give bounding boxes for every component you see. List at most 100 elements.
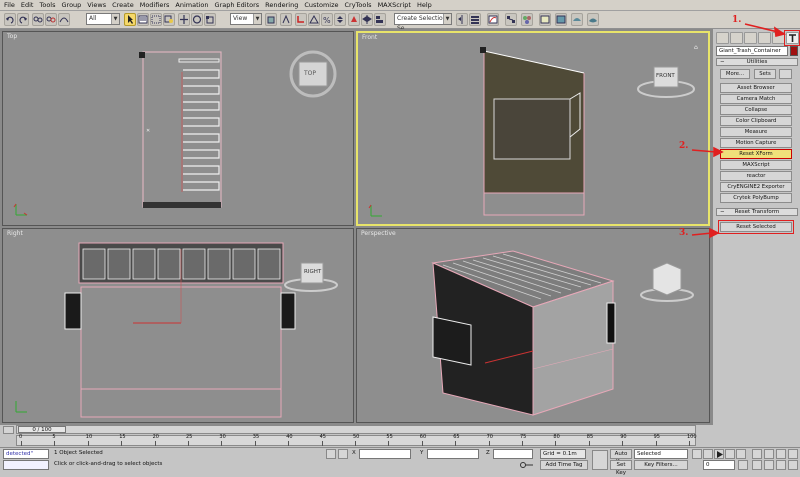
select-and-link-icon[interactable] [32,13,44,26]
unlink-selection-icon[interactable] [45,13,57,26]
go-to-start-icon[interactable] [692,449,702,459]
rendered-frame-window-icon[interactable] [555,13,567,26]
reset-transform-rollout-header[interactable]: − Reset Transform [716,208,798,216]
select-object-icon[interactable] [124,13,136,26]
layer-manager-icon[interactable] [469,13,481,26]
scale-icon[interactable] [204,13,216,26]
spinner-snap-icon[interactable] [334,13,346,26]
redo-icon[interactable] [17,13,29,26]
move-icon[interactable] [178,13,190,26]
current-frame-field[interactable]: 0 [703,460,735,470]
select-by-name-icon[interactable] [137,13,149,26]
reference-coordinate-dropdown[interactable]: View ▼ [230,13,262,25]
curve-editor-icon[interactable] [487,13,499,26]
snaps-toggle-icon[interactable] [295,13,307,26]
viewcube-right-label[interactable]: RIGHT [304,269,321,275]
sets-button[interactable]: Sets [754,69,776,79]
maxscript-listener-field[interactable]: detected" [3,449,49,459]
hierarchy-tab-icon[interactable] [744,32,757,44]
object-name-field[interactable]: Giant_Trash_Container [716,46,788,56]
key-mode-dropdown[interactable]: Selected [634,449,688,459]
reactor-button[interactable]: reactor [720,171,792,181]
key-filters-button[interactable]: Key Filters... [634,460,688,470]
measure-button[interactable]: Measure [720,127,792,137]
maxscript-button[interactable]: MAXScript [720,160,792,170]
menu-create[interactable]: Create [112,0,134,11]
configure-button-sets-icon[interactable] [779,69,792,79]
menu-customize[interactable]: Customize [304,0,338,11]
viewport-perspective[interactable]: Perspective [356,228,710,423]
pan-view-icon[interactable] [764,460,774,470]
undo-icon[interactable] [4,13,16,26]
viewcube-top-label[interactable]: TOP [304,70,316,77]
lock-selection-icon[interactable] [326,449,336,459]
menu-rendering[interactable]: Rendering [265,0,298,11]
next-frame-icon[interactable] [725,449,735,459]
key-icon[interactable] [520,461,534,469]
maxscript-listener-output[interactable] [3,460,49,470]
viewport-front[interactable]: Front ⌂ FRONT [356,31,710,226]
menu-group[interactable]: Group [62,0,82,11]
render-setup-icon[interactable] [539,13,551,26]
menu-animation[interactable]: Animation [175,0,208,11]
object-color-swatch[interactable] [790,46,798,56]
rotate-icon[interactable] [191,13,203,26]
previous-frame-icon[interactable] [703,449,713,459]
color-clipboard-button[interactable]: Color Clipboard [720,116,792,126]
menu-views[interactable]: Views [87,0,106,11]
selection-filter-dropdown[interactable]: All ▼ [86,13,120,25]
menu-edit[interactable]: Edit [21,0,34,11]
align-icon[interactable] [374,13,386,26]
angle-snap-icon[interactable] [308,13,320,26]
rectangular-selection-icon[interactable] [150,13,162,26]
viewcube-front-label[interactable]: FRONT [656,73,675,79]
material-editor-icon[interactable] [521,13,533,26]
viewport-top[interactable]: Top ✕ TOP [2,31,354,226]
menu-file[interactable]: File [4,0,15,11]
pivot-center-icon[interactable] [265,13,277,26]
crytek-polybump-button[interactable]: Crytek PolyBump [720,193,792,203]
track-bar[interactable]: 0 5 10 15 20 25 30 35 40 45 50 55 60 65 70 75 80 85 90 95 10… [16,435,697,446]
menu-modifiers[interactable]: Modifiers [140,0,170,11]
z-coordinate-field[interactable] [493,449,533,459]
select-and-manipulate-icon[interactable] [280,13,292,26]
camera-match-button[interactable]: Camera Match [720,94,792,104]
motion-capture-button[interactable]: Motion Capture [720,138,792,148]
motion-tab-icon[interactable] [758,32,771,44]
field-of-view-icon[interactable] [752,460,762,470]
window-crossing-icon[interactable] [163,13,175,26]
orbit-icon[interactable] [776,460,786,470]
viewport-right[interactable]: Right RIGHT [2,228,354,423]
menu-graph-editors[interactable]: Graph Editors [215,0,260,11]
zoom-extents-all-icon[interactable] [788,449,798,459]
asset-browser-button[interactable]: Asset Browser [720,83,792,93]
percent-snap-icon[interactable]: % [321,13,333,26]
maximize-viewport-icon[interactable] [788,460,798,470]
menu-crytools[interactable]: CryTools [345,0,372,11]
schematic-view-icon[interactable] [505,13,517,26]
y-coordinate-field[interactable] [427,449,479,459]
collapse-button[interactable]: Collapse [720,105,792,115]
zoom-all-icon[interactable] [764,449,774,459]
create-tab-icon[interactable] [716,32,729,44]
mirror-tool-icon[interactable] [456,13,468,26]
time-slider-thumb[interactable]: 0 / 100 [18,426,66,433]
mini-curve-editor-icon[interactable] [3,426,14,434]
more-button[interactable]: More... [720,69,750,79]
modify-tab-icon[interactable] [730,32,743,44]
mirror-icon[interactable] [361,13,373,26]
auto-key-button[interactable]: Auto Key [610,449,632,465]
go-to-end-icon[interactable] [736,449,746,459]
play-icon[interactable] [714,449,724,459]
menu-maxscript[interactable]: MAXScript [378,0,411,11]
set-key-mode-icon[interactable] [592,450,608,470]
reset-xform-button[interactable]: Reset XForm [720,149,792,159]
menu-tools[interactable]: Tools [39,0,55,11]
bind-space-warp-icon[interactable] [58,13,70,26]
quick-render-icon[interactable] [587,13,599,26]
time-slider[interactable]: 0 / 100 [16,425,696,434]
zoom-extents-icon[interactable] [776,449,786,459]
named-selection-icon[interactable] [348,13,360,26]
x-coordinate-field[interactable] [359,449,411,459]
zoom-icon[interactable] [752,449,762,459]
